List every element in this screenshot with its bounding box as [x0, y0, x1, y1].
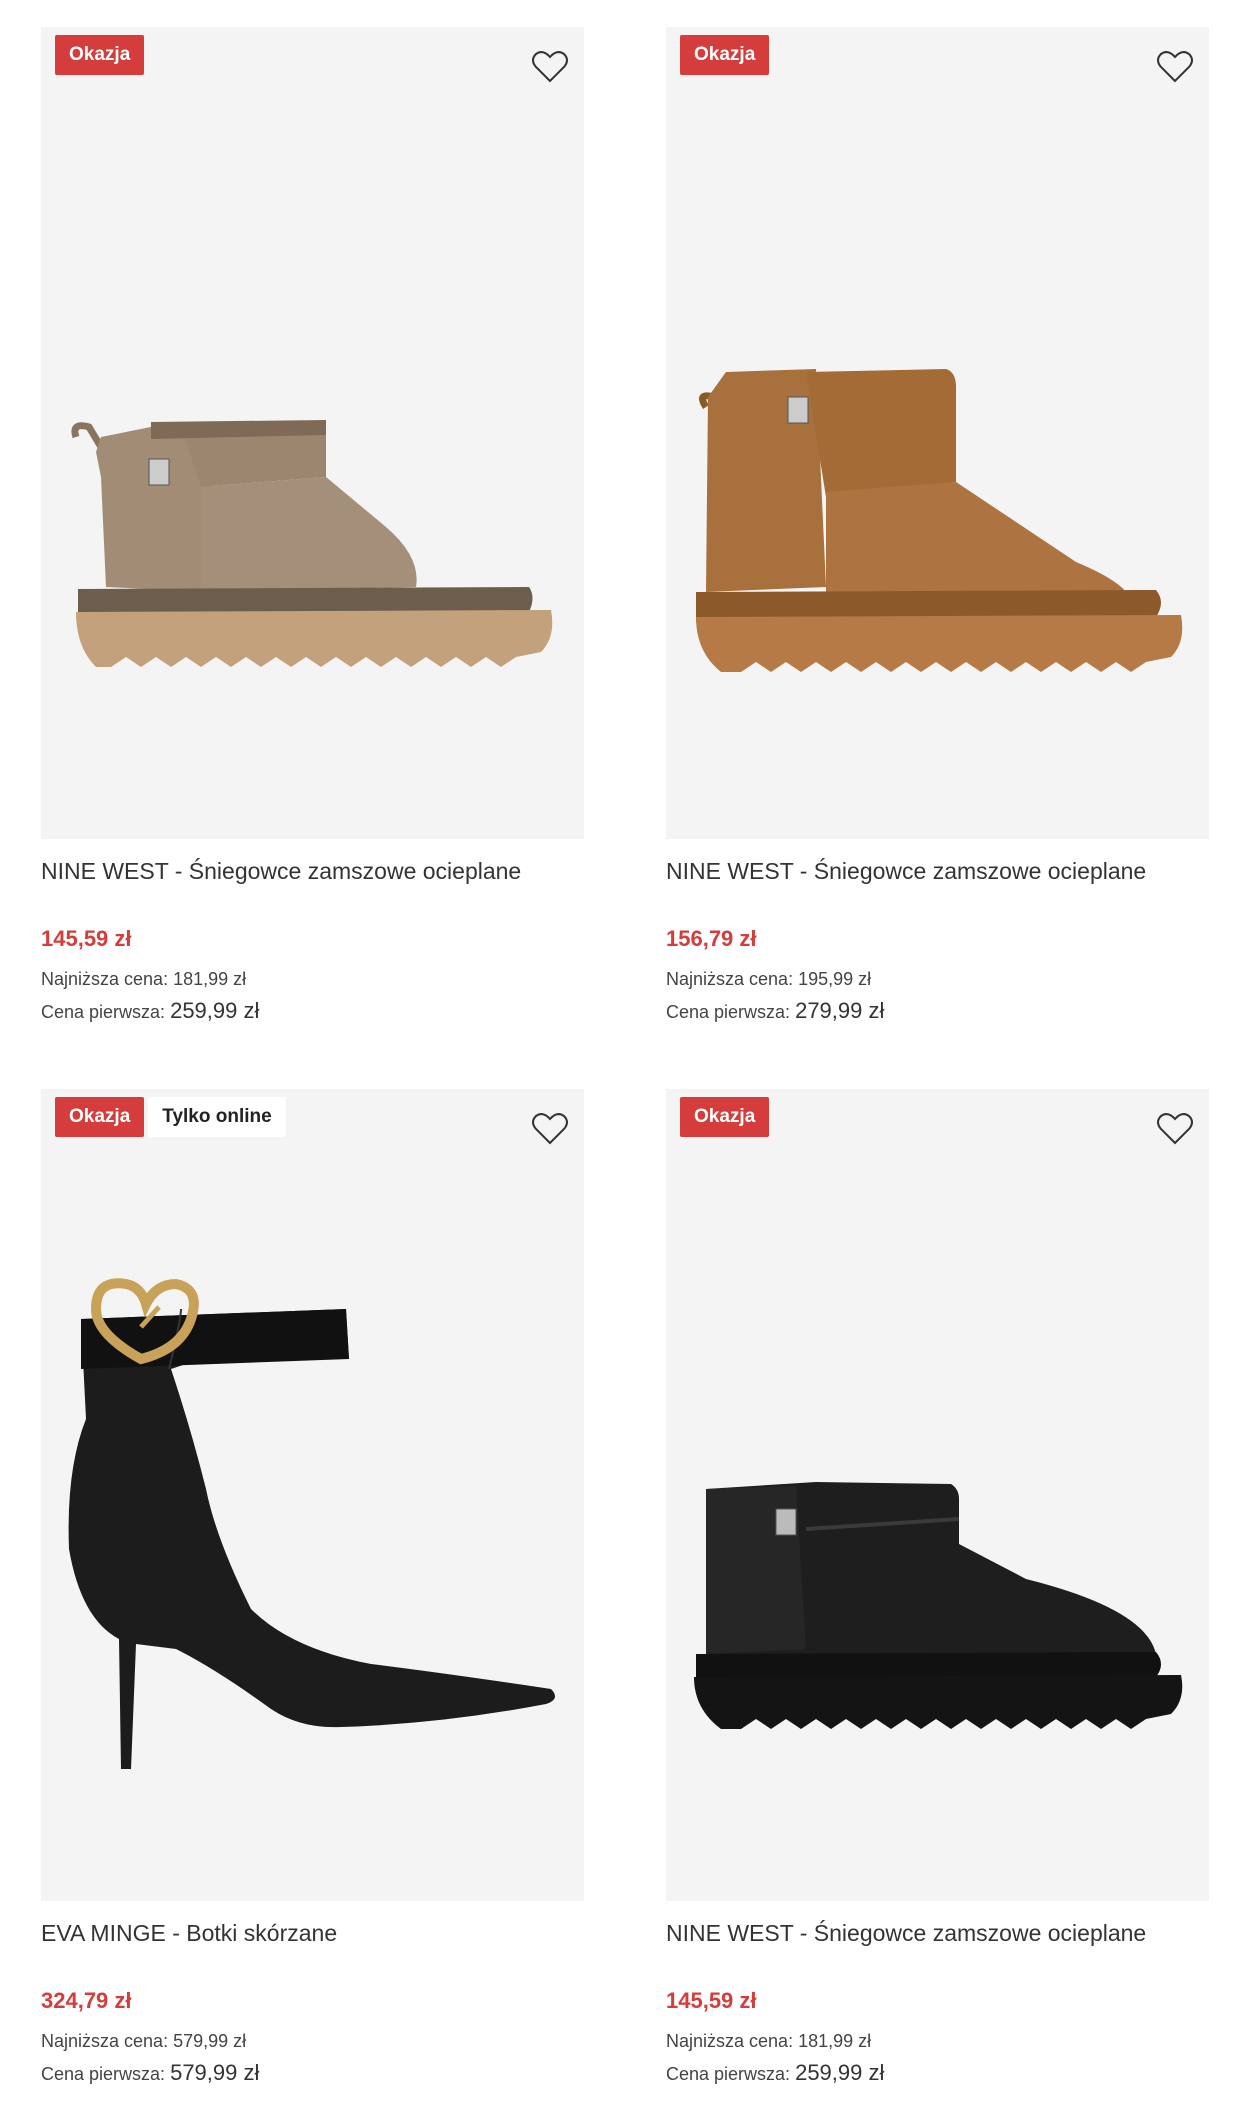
badge-group: Okazja Tylko online — [55, 1097, 286, 1137]
lowest-price-label: Najniższa cena: — [666, 969, 794, 989]
product-price: 324,79 zł — [41, 1988, 132, 2013]
lowest-price-line: Najniższa cena: 195,99 zł — [666, 964, 1209, 995]
heart-icon[interactable] — [530, 47, 570, 87]
lowest-price-line: Najniższa cena: 181,99 zł — [41, 964, 584, 995]
price-info: Najniższa cena: 181,99 zł Cena pierwsza:… — [41, 964, 584, 1028]
price-info: Najniższa cena: 195,99 zł Cena pierwsza:… — [666, 964, 1209, 1028]
ankle-boot-image — [68, 1278, 555, 1769]
price-info: Najniższa cena: 181,99 zł Cena pierwsza:… — [666, 2026, 1209, 2090]
original-price-line: Cena pierwsza: 579,99 zł — [41, 2057, 584, 2090]
product-card[interactable]: Okazja Tylko online EVA MINGE - Botki sk… — [41, 1089, 584, 2090]
product-image[interactable]: Okazja Tylko online — [41, 1089, 584, 1901]
ugg-boot-image — [694, 1482, 1183, 1729]
ugg-boot-image — [696, 369, 1183, 672]
original-price-value: 259,99 zł — [795, 2060, 885, 2085]
badge-group: Okazja — [55, 35, 145, 75]
sale-badge: Okazja — [55, 35, 145, 75]
original-price-value: 579,99 zł — [170, 2060, 260, 2085]
product-title[interactable]: NINE WEST - Śniegowce zamszowe ocieplane — [666, 856, 1209, 886]
lowest-price-label: Najniższa cena: — [41, 2031, 169, 2051]
product-price: 145,59 zł — [41, 926, 132, 951]
product-image[interactable]: Okazja — [666, 27, 1209, 839]
original-price-line: Cena pierwsza: 279,99 zł — [666, 995, 1209, 1028]
lowest-price-value: 195,99 zł — [798, 969, 872, 989]
lowest-price-line: Najniższa cena: 181,99 zł — [666, 2026, 1209, 2057]
heart-icon[interactable] — [1155, 47, 1195, 87]
original-price-line: Cena pierwsza: 259,99 zł — [666, 2057, 1209, 2090]
product-image[interactable]: Okazja — [41, 27, 584, 839]
price-info: Najniższa cena: 579,99 zł Cena pierwsza:… — [41, 2026, 584, 2090]
product-title[interactable]: NINE WEST - Śniegowce zamszowe ocieplane — [41, 856, 584, 886]
heart-icon[interactable] — [530, 1109, 570, 1149]
product-title[interactable]: EVA MINGE - Botki skórzane — [41, 1918, 584, 1948]
badge-group: Okazja — [680, 1097, 770, 1137]
sale-badge: Okazja — [55, 1097, 145, 1137]
product-price: 156,79 zł — [666, 926, 757, 951]
lowest-price-value: 181,99 zł — [798, 2031, 872, 2051]
original-price-label: Cena pierwsza: — [666, 1002, 791, 1022]
original-price-label: Cena pierwsza: — [666, 2064, 791, 2084]
product-grid: Okazja NINE WEST - Śniegowce zamszowe oc… — [0, 0, 1250, 2123]
sale-badge: Okazja — [680, 35, 770, 75]
heart-icon[interactable] — [1155, 1109, 1195, 1149]
product-card[interactable]: Okazja NINE WEST - Śniegowce zamszowe oc… — [666, 1089, 1209, 2090]
lowest-price-label: Najniższa cena: — [41, 969, 169, 989]
ugg-boot-image — [71, 420, 553, 667]
lowest-price-value: 181,99 zł — [173, 969, 247, 989]
product-card[interactable]: Okazja NINE WEST - Śniegowce zamszowe oc… — [41, 27, 584, 1028]
product-card[interactable]: Okazja NINE WEST - Śniegowce zamszowe oc… — [666, 27, 1209, 1028]
original-price-label: Cena pierwsza: — [41, 2064, 166, 2084]
original-price-value: 279,99 zł — [795, 998, 885, 1023]
lowest-price-label: Najniższa cena: — [666, 2031, 794, 2051]
original-price-label: Cena pierwsza: — [41, 1002, 166, 1022]
original-price-line: Cena pierwsza: 259,99 zł — [41, 995, 584, 1028]
lowest-price-value: 579,99 zł — [173, 2031, 247, 2051]
badge-group: Okazja — [680, 35, 770, 75]
online-only-badge: Tylko online — [148, 1097, 286, 1137]
lowest-price-line: Najniższa cena: 579,99 zł — [41, 2026, 584, 2057]
original-price-value: 259,99 zł — [170, 998, 260, 1023]
product-title[interactable]: NINE WEST - Śniegowce zamszowe ocieplane — [666, 1918, 1209, 1948]
product-price: 145,59 zł — [666, 1988, 757, 2013]
product-image[interactable]: Okazja — [666, 1089, 1209, 1901]
sale-badge: Okazja — [680, 1097, 770, 1137]
